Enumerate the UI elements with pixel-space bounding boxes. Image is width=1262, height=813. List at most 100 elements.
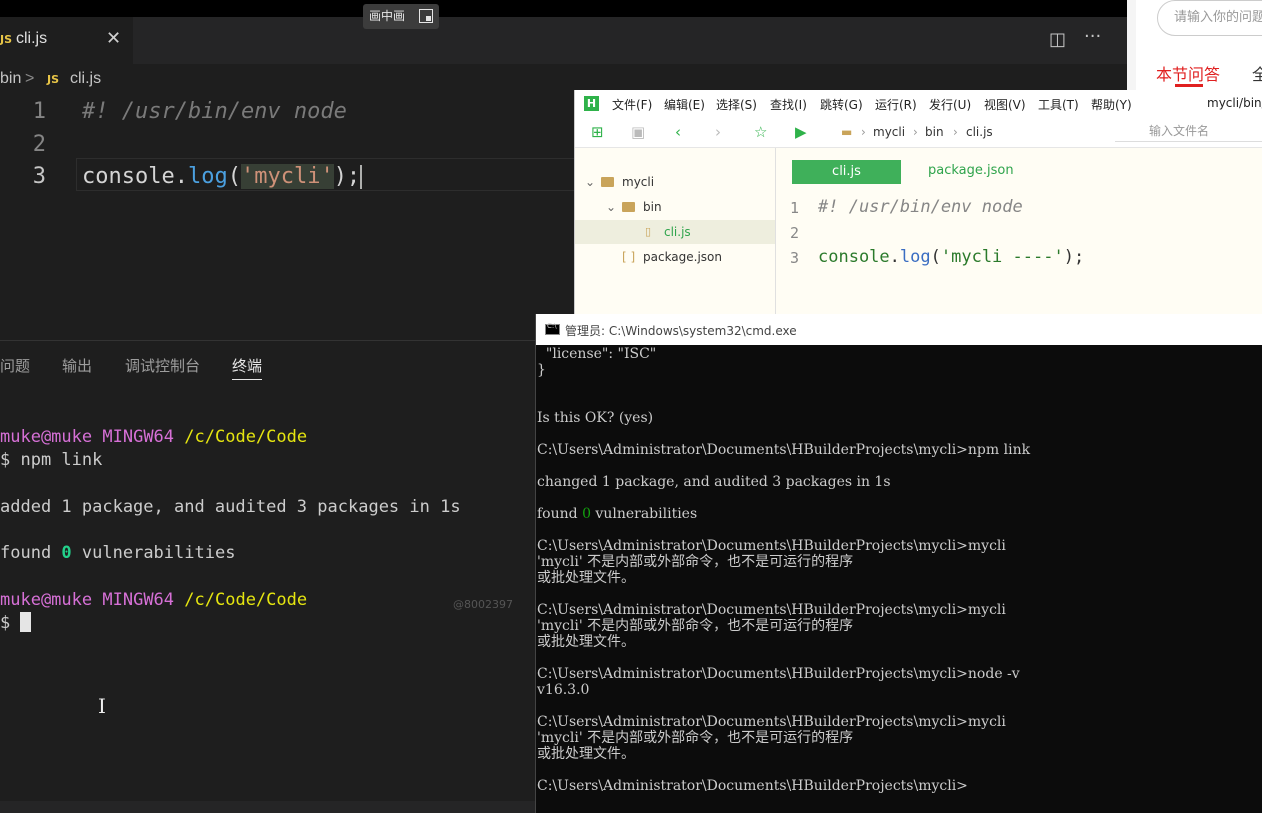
cmd-title-bar[interactable]: 管理员: C:\Windows\system32\cmd.exe xyxy=(536,314,1262,345)
close-icon[interactable]: ✕ xyxy=(106,28,121,49)
file-search-placeholder: 输入文件名 xyxy=(1149,124,1210,138)
cmd-line: 'mycli' 不是内部或外部命令，也不是可运行的程序 xyxy=(537,730,854,746)
file-search-input[interactable]: 输入文件名 xyxy=(1115,120,1262,142)
menu-find[interactable]: 查找(I) xyxy=(770,96,807,113)
menu-goto[interactable]: 跳转(G) xyxy=(820,96,863,113)
tree-label: bin xyxy=(643,200,662,214)
tab-debug-console[interactable]: 调试控制台 xyxy=(125,355,200,376)
code-token: log xyxy=(899,247,931,267)
code-token: console xyxy=(82,164,175,189)
prompt-path: /c/Code/Code xyxy=(184,427,308,447)
path-segment[interactable]: bin xyxy=(925,125,944,139)
menu-bar: H 文件(F) 编辑(E) 选择(S) 查找(I) 跳转(G) 运行(R) 发行… xyxy=(575,90,1262,116)
cmd-output[interactable]: "license": "ISC"} Is this OK? (yes) C:\Use… xyxy=(537,345,1262,813)
menu-publish[interactable]: 发行(U) xyxy=(929,96,971,113)
vulnerability-count: 0 xyxy=(582,506,591,522)
menu-select[interactable]: 选择(S) xyxy=(716,96,757,113)
prompt-user: muke@muke xyxy=(0,427,93,447)
tab-terminal[interactable]: 终端 xyxy=(232,355,263,380)
tab-all[interactable]: 全 xyxy=(1252,61,1262,85)
menu-view[interactable]: 视图(V) xyxy=(984,96,1026,113)
run-icon[interactable]: ▶ xyxy=(795,123,807,141)
cmd-line: 'mycli' 不是内部或外部命令，也不是可运行的程序 xyxy=(537,554,854,570)
back-icon[interactable]: ‹ xyxy=(675,123,681,141)
title-bar xyxy=(0,0,1127,17)
code-token: log xyxy=(187,164,228,189)
line-number: 3 xyxy=(32,164,46,189)
chevron-down-icon: ⌄ xyxy=(585,175,596,189)
tree-label: package.json xyxy=(643,250,723,264)
cmd-line: C:\Users\Administrator\Documents\HBuilde… xyxy=(537,666,1020,682)
menu-file[interactable]: 文件(F) xyxy=(612,96,652,113)
cmd-line: C:\Users\Administrator\Documents\HBuilde… xyxy=(537,714,1006,730)
more-actions-icon[interactable]: ··· xyxy=(1084,26,1101,47)
code-token: . xyxy=(889,247,900,267)
cmd-line: C:\Users\Administrator\Documents\HBuilde… xyxy=(537,602,1006,618)
active-tab-underline xyxy=(1175,84,1203,87)
star-icon[interactable]: ☆ xyxy=(754,123,767,141)
menu-run[interactable]: 运行(R) xyxy=(875,96,917,113)
prompt-host: MINGW64 xyxy=(102,427,175,447)
chevron-right-icon: > xyxy=(25,70,35,87)
cmd-window: 管理员: C:\Windows\system32\cmd.exe "licens… xyxy=(535,314,1262,813)
terminal-line: found 0 vulnerabilities xyxy=(0,543,235,563)
web-qa-panel: 请输入你的问题 本节问答 全 xyxy=(1127,0,1262,90)
tree-item-cli-js[interactable]: ▯ cli.js xyxy=(575,220,775,244)
path-segment[interactable]: cli.js xyxy=(966,125,993,139)
tree-item-package-json[interactable]: [ ] package.json xyxy=(575,245,775,269)
window-path: mycli/bin/ xyxy=(1207,96,1262,110)
code-token: 'mycli ----' xyxy=(940,247,1064,267)
tab-output[interactable]: 输出 xyxy=(62,355,92,376)
line-number: 2 xyxy=(32,132,46,157)
chevron-right-icon: › xyxy=(861,125,866,139)
pip-icon xyxy=(419,9,433,23)
tab-problems[interactable]: 问题 xyxy=(0,355,30,376)
watermark: @8002397 xyxy=(453,598,513,611)
tab-cli-js[interactable]: JS cli.js ✕ xyxy=(0,17,133,64)
js-file-icon: JS xyxy=(0,33,13,46)
save-icon[interactable]: ▣ xyxy=(631,123,645,141)
code-line: console.log('mycli ----'); xyxy=(818,247,1084,267)
tab-package-json[interactable]: package.json xyxy=(928,163,1014,178)
terminal-output[interactable]: muke@muke MINGW64 /c/Code/Code $ npm lin… xyxy=(0,426,461,636)
split-editor-icon[interactable]: ◫ xyxy=(1049,29,1066,50)
tree-item-mycli[interactable]: ⌄ mycli xyxy=(575,170,775,194)
menu-tools[interactable]: 工具(T) xyxy=(1038,96,1079,113)
code-token: ( xyxy=(930,247,941,267)
file-icon: ▯ xyxy=(645,225,652,238)
prompt-symbol: $ xyxy=(0,613,21,634)
tree-item-bin[interactable]: ⌄ bin xyxy=(575,195,775,219)
chevron-right-icon: › xyxy=(953,125,958,139)
tab-section-qa[interactable]: 本节问答 xyxy=(1156,61,1220,85)
code-token: ); xyxy=(1063,247,1085,267)
vulnerability-count: 0 xyxy=(61,543,72,564)
question-search-input[interactable]: 请输入你的问题 xyxy=(1157,0,1262,36)
project-tree: ⌄ mycli ⌄ bin ▯ cli.js [ ] package.json xyxy=(575,148,776,320)
cmd-title: 管理员: C:\Windows\system32\cmd.exe xyxy=(565,324,797,338)
path-segment[interactable]: mycli xyxy=(873,125,905,139)
cmd-line: 或批处理文件。 xyxy=(537,570,635,586)
breadcrumb-file[interactable]: cli.js xyxy=(70,70,101,88)
cmd-line: 或批处理文件。 xyxy=(537,746,635,762)
chevron-down-icon: ⌄ xyxy=(606,200,617,214)
tab-cli-js[interactable]: cli.js xyxy=(792,160,901,184)
chevron-right-icon: › xyxy=(913,125,918,139)
prompt-user: muke@muke xyxy=(0,590,93,611)
folder-icon xyxy=(622,202,635,212)
new-file-icon[interactable]: ⊞ xyxy=(591,123,604,141)
cmd-line: C:\Users\Administrator\Documents\HBuilde… xyxy=(537,442,1031,458)
text: vulnerabilities xyxy=(71,543,236,564)
code-token: console xyxy=(818,247,890,267)
editor-tab-bar: JS cli.js ✕ ◫ ··· xyxy=(0,17,1127,64)
picture-in-picture-button[interactable]: 画中画 xyxy=(363,4,439,29)
forward-icon[interactable]: › xyxy=(715,123,721,141)
tree-label: cli.js xyxy=(664,225,691,239)
menu-help[interactable]: 帮助(Y) xyxy=(1091,96,1132,113)
menu-edit[interactable]: 编辑(E) xyxy=(664,96,705,113)
folder-icon: ▬ xyxy=(841,125,853,139)
breadcrumb-folder[interactable]: bin xyxy=(0,70,21,88)
tree-label: mycli xyxy=(622,175,655,189)
line-number: 2 xyxy=(790,224,800,242)
panel-tabs: 问题 输出 调试控制台 终端 xyxy=(0,341,540,381)
json-file-icon: [ ] xyxy=(622,250,636,264)
